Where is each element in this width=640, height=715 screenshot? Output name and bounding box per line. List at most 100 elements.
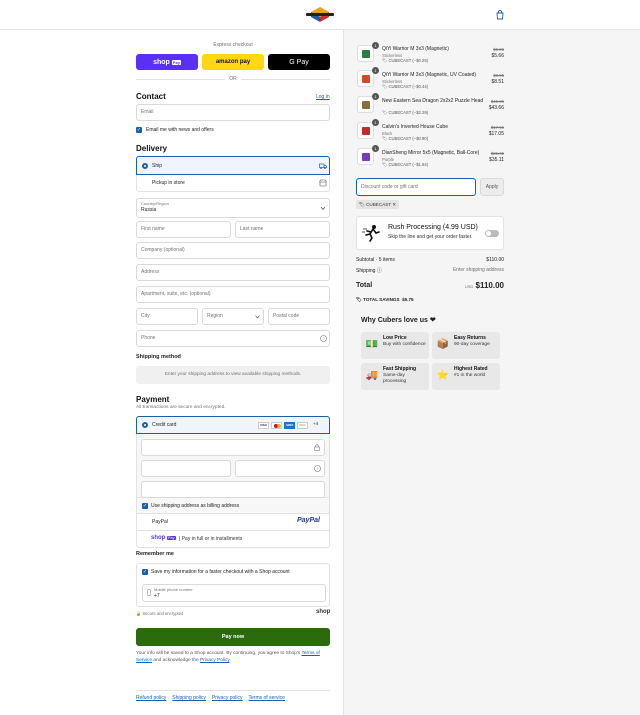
more-cards-label: +4: [313, 421, 319, 426]
name-on-card-input[interactable]: [141, 481, 325, 498]
shop-pay-button[interactable]: shop Pay: [136, 54, 198, 70]
phone-input[interactable]: Phone ?: [136, 330, 330, 347]
region-select[interactable]: Region: [202, 308, 264, 325]
help-icon[interactable]: ?: [320, 335, 327, 342]
product-discount-text: CUBECAST (−$0.90): [388, 136, 429, 141]
legal-end: .: [229, 657, 231, 663]
remember-me-heading: Remember me: [136, 551, 174, 557]
contact-heading: Contact: [136, 92, 166, 101]
store-icon: [319, 179, 327, 187]
credit-card-radio[interactable]: [142, 422, 148, 428]
product-old-price: $5.95: [493, 47, 504, 52]
shop-pay-desc: | Pay in full or in installments: [179, 536, 243, 542]
login-link[interactable]: Log in: [316, 94, 330, 100]
total-label: Total: [356, 282, 373, 289]
email-input[interactable]: Email: [136, 104, 330, 121]
product-discount: 🏷 CUBECAST (−$2.29): [382, 110, 429, 115]
toggle-knob: [486, 231, 491, 236]
google-pay-button[interactable]: G Pay: [268, 54, 330, 70]
address-input[interactable]: Address: [136, 264, 330, 281]
rush-processing-desc: Skip the line and get your order faster.: [388, 234, 473, 240]
header: [0, 0, 640, 30]
savings-label: TOTAL SAVINGS: [363, 297, 400, 302]
pay-now-button[interactable]: Pay now: [136, 628, 330, 646]
country-select[interactable]: Country/Region Russia: [136, 198, 330, 218]
billing-same-label: Use shipping address as billing address: [151, 503, 240, 509]
company-input[interactable]: Company (optional): [136, 242, 330, 259]
shop-pay-option[interactable]: shop Pay | Pay in full or in installment…: [136, 531, 330, 548]
applied-discount-code: CUBECAST: [366, 202, 392, 207]
country-label: Country/Region: [141, 201, 169, 206]
amazon-pay-button[interactable]: amazon pay: [202, 54, 264, 70]
remove-discount-icon[interactable]: ✕: [392, 202, 396, 207]
total-savings: 🏷 TOTAL SAVINGS $5.75: [356, 297, 414, 302]
security-code-input[interactable]: ?: [235, 460, 325, 477]
product-title: New Eastern Sea Dragon 2x2x2 Puzzle Head: [382, 98, 484, 104]
secure-label: 🔒 Secure and encrypted: [136, 611, 184, 616]
mobile-phone-label: Mobile phone number: [154, 587, 193, 592]
quantity-badge: 1: [372, 67, 379, 74]
info-icon[interactable]: ⓘ: [377, 268, 382, 274]
or-label: OR: [225, 76, 241, 82]
apartment-input[interactable]: Apartment, suite, etc. (optional): [136, 286, 330, 303]
product-price: $8.51: [491, 79, 504, 85]
refund-policy-link[interactable]: Refund policy: [136, 695, 166, 701]
legal-text: Your info will be saved to a Shop accoun…: [136, 651, 330, 664]
mobile-phone-input[interactable]: Mobile phone number +7: [142, 584, 326, 602]
last-name-input[interactable]: Last name: [235, 221, 330, 238]
product-title: QiYi Warrior M 3x3 (Magnetic, UV Coated): [382, 72, 477, 78]
truck-icon: 🚚: [365, 370, 379, 381]
first-name-input[interactable]: First name: [136, 221, 231, 238]
payment-heading: Payment: [136, 395, 170, 404]
chevron-down-icon: [320, 206, 326, 211]
store-logo[interactable]: [304, 6, 336, 23]
payment-subtitle: All transactions are secure and encrypte…: [136, 405, 226, 410]
ship-radio[interactable]: [142, 163, 148, 169]
highest-rated-card: ⭐ Highest Rated #1 in the world: [432, 363, 500, 390]
ship-option[interactable]: Ship: [136, 156, 330, 175]
apply-discount-button[interactable]: Apply: [480, 178, 504, 196]
shipping-method-notice: Enter your shipping address to view avai…: [136, 366, 330, 384]
footer-divider: [136, 690, 330, 691]
rush-processing-toggle[interactable]: [485, 230, 499, 237]
postal-code-input[interactable]: Postal code: [268, 308, 330, 325]
expiration-input[interactable]: [141, 460, 231, 477]
product-price: $35.11: [489, 157, 504, 163]
shopping-bag-icon[interactable]: [495, 10, 505, 20]
running-person-icon: [362, 225, 380, 242]
help-icon[interactable]: ?: [314, 465, 321, 472]
terms-of-service-link[interactable]: Terms of service: [249, 695, 285, 701]
shop-brand-logo: shop: [316, 609, 331, 615]
product-title: DianSheng Mirror 5x5 (Magnetic, Ball-Cor…: [382, 150, 480, 156]
save-info-checkbox[interactable]: ✓: [142, 569, 148, 575]
discount-code-input[interactable]: Discount code or gift card: [356, 178, 476, 196]
low-price-card: 💵 Low Price Buy with confidence: [361, 332, 429, 359]
shipping-policy-link[interactable]: Shipping policy: [172, 695, 206, 701]
card-number-input[interactable]: [141, 439, 325, 456]
shop-pay-logo: shop: [151, 535, 166, 541]
privacy-policy-link[interactable]: Privacy policy: [212, 695, 243, 701]
shop-pay-desc-text: Pay in full or in installments: [181, 536, 243, 542]
pickup-option[interactable]: Pickup in store: [136, 175, 330, 192]
billing-option: ✓ Use shipping address as billing addres…: [136, 498, 330, 514]
city-input[interactable]: City: [136, 308, 198, 325]
product-thumbnail: [357, 70, 374, 87]
remember-me-panel: ✓ Save my information for a faster check…: [136, 563, 330, 607]
card-title: Easy Returns: [454, 335, 486, 341]
product-thumbnail: [357, 45, 374, 62]
credit-card-option[interactable]: Credit card VISA AMEX DISC +4: [136, 416, 330, 434]
save-info-label: Save my information for a faster checkou…: [151, 569, 290, 575]
privacy-link[interactable]: Privacy Policy: [200, 658, 230, 663]
subtotal-label: Subtotal · 5 items: [356, 257, 395, 263]
savings-value: $5.75: [402, 297, 414, 302]
secure-label-text: Secure and encrypted: [142, 611, 184, 616]
paypal-option[interactable]: PayPal PayPal: [136, 514, 330, 531]
product-old-price: $17.95: [490, 125, 504, 130]
newsletter-checkbox[interactable]: ✓: [136, 127, 142, 133]
billing-same-checkbox[interactable]: ✓: [142, 503, 148, 509]
svg-text:?: ?: [316, 466, 319, 471]
product-price: $43.66: [488, 105, 504, 111]
mobile-phone-icon: [147, 589, 151, 596]
ship-label: Ship: [152, 163, 163, 169]
quantity-badge: 1: [372, 119, 379, 126]
